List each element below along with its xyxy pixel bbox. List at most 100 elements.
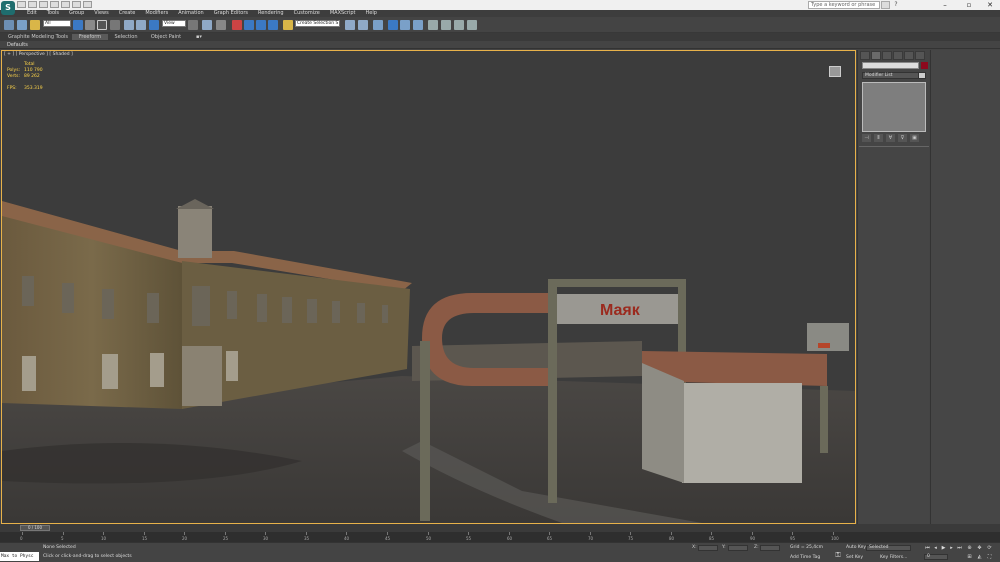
play-icon[interactable]: ▶ (940, 545, 947, 551)
window-crossing-icon[interactable] (110, 20, 120, 30)
remove-modifier-icon[interactable]: ⊽ (898, 134, 907, 142)
save-file-icon[interactable] (39, 1, 48, 8)
current-frame-field[interactable]: 0 (924, 554, 948, 560)
menu-group[interactable]: Group (64, 10, 89, 17)
tab-freeform[interactable]: Freeform (72, 34, 108, 40)
open-file-icon[interactable] (28, 1, 37, 8)
zoom-all-icon[interactable]: ⊞ (966, 554, 973, 560)
modifier-stack[interactable] (862, 82, 926, 132)
new-file-icon[interactable] (17, 1, 26, 8)
pin-stack-icon[interactable]: ⊣ (862, 134, 871, 142)
go-to-end-icon[interactable]: ⏭ (956, 545, 963, 551)
viewport-label[interactable]: [ + ] [ Perspective ] [ Shaded ] (4, 52, 73, 57)
menu-edit[interactable]: Edit (22, 10, 42, 17)
display-tab-icon[interactable] (904, 51, 914, 60)
perspective-viewport[interactable]: [ + ] [ Perspective ] [ Shaded ] Total P… (1, 50, 856, 524)
restore-button[interactable]: ▫ (959, 0, 979, 10)
menu-animation[interactable]: Animation (173, 10, 209, 17)
search-icon[interactable] (881, 1, 890, 9)
spinner-snap-icon[interactable] (268, 20, 278, 30)
select-by-name-icon[interactable] (85, 20, 95, 30)
render-setup-icon[interactable] (441, 20, 451, 30)
reference-coordinate-dropdown[interactable]: View (162, 20, 186, 27)
auto-key-button[interactable]: Auto Key (846, 545, 866, 550)
go-to-start-icon[interactable]: ⏮ (924, 545, 931, 551)
ribbon-toggle-icon[interactable]: ▪▾ (194, 34, 204, 40)
search-input[interactable]: Type a keyword or phrase (808, 1, 880, 9)
menu-modifiers[interactable]: Modifiers (140, 10, 173, 17)
fetch-icon[interactable] (83, 1, 92, 8)
undo-icon[interactable] (50, 1, 59, 8)
next-frame-icon[interactable]: ▸ (948, 545, 955, 551)
maxscript-listener-field[interactable]: Max to Physc (0, 552, 39, 561)
pivot-center-icon[interactable] (188, 20, 198, 30)
key-icon[interactable]: ⚿ (833, 552, 843, 559)
modify-tab-icon[interactable] (871, 51, 881, 60)
layer-manager-icon[interactable] (373, 20, 383, 30)
scale-icon[interactable] (149, 20, 159, 30)
menu-tools[interactable]: Tools (42, 10, 64, 17)
keyboard-shortcut-icon[interactable] (216, 20, 226, 30)
orbit-icon[interactable]: ⟳ (986, 545, 993, 551)
undo-toolbar-icon[interactable] (4, 20, 14, 30)
menu-maxscript[interactable]: MAXScript (325, 10, 361, 17)
menu-help[interactable]: Help (361, 10, 382, 17)
show-end-result-icon[interactable]: Ⅱ (874, 134, 883, 142)
key-mode-dropdown[interactable]: Selected (866, 545, 911, 551)
chevron-down-icon[interactable] (918, 72, 926, 79)
tab-graphite-modeling-tools[interactable]: Graphite Modeling Tools (8, 34, 68, 40)
x-coord-field[interactable] (698, 545, 718, 551)
rotate-icon[interactable] (136, 20, 146, 30)
schematic-view-icon[interactable] (413, 20, 423, 30)
configure-sets-icon[interactable]: ▣ (910, 134, 919, 142)
set-key-button[interactable]: Set Key (846, 555, 863, 560)
menu-views[interactable]: Views (89, 10, 113, 17)
add-time-tag-button[interactable]: Add Time Tag (790, 555, 820, 560)
track-bar[interactable]: 0 5 10 15 20 25 30 35 40 45 50 55 60 65 70 75 80 85 90 95 10… (0, 532, 1000, 542)
menu-graph-editors[interactable]: Graph Editors (209, 10, 253, 17)
graphite-toggle-icon[interactable] (388, 20, 398, 30)
menu-customize[interactable]: Customize (289, 10, 325, 17)
material-editor-icon[interactable] (428, 20, 438, 30)
hierarchy-tab-icon[interactable] (882, 51, 892, 60)
create-tab-icon[interactable] (860, 51, 870, 60)
utilities-tab-icon[interactable] (915, 51, 925, 60)
object-color-swatch[interactable] (921, 62, 928, 69)
zoom-icon[interactable]: ⊕ (966, 545, 973, 551)
move-icon[interactable] (124, 20, 134, 30)
rect-selection-icon[interactable] (97, 20, 107, 30)
help-icon[interactable]: ? (892, 1, 900, 9)
z-coord-field[interactable] (760, 545, 780, 551)
time-slider-handle[interactable]: 0 / 100 (20, 525, 50, 531)
maximize-viewport-icon[interactable]: ⛶ (986, 554, 993, 560)
app-logo-icon[interactable]: S (1, 1, 15, 15)
minimize-button[interactable]: – (935, 0, 955, 10)
render-production-icon[interactable] (467, 20, 477, 30)
menu-create[interactable]: Create (114, 10, 141, 17)
pan-icon[interactable]: ✥ (976, 545, 983, 551)
angle-snap-icon[interactable] (244, 20, 254, 30)
named-selection-set-dropdown[interactable]: Create Selection S (295, 20, 340, 27)
time-slider[interactable]: 0 / 100 (0, 524, 1000, 532)
previous-frame-icon[interactable]: ◂ (932, 545, 939, 551)
curve-editor-icon[interactable] (400, 20, 410, 30)
make-unique-icon[interactable]: ∀ (886, 134, 895, 142)
percent-snap-icon[interactable] (256, 20, 266, 30)
field-of-view-icon[interactable]: ◭ (976, 554, 983, 560)
y-coord-field[interactable] (728, 545, 748, 551)
close-button[interactable]: ✕ (980, 0, 1000, 10)
tab-selection[interactable]: Selection (110, 34, 142, 40)
motion-tab-icon[interactable] (893, 51, 903, 60)
bind-space-warp-icon[interactable] (30, 20, 40, 30)
edit-named-selection-icon[interactable] (283, 20, 293, 30)
selection-filter-dropdown[interactable]: All (43, 20, 71, 27)
align-icon[interactable] (358, 20, 368, 30)
key-filters-button[interactable]: Key Filters... (880, 555, 907, 560)
viewcube-icon[interactable] (829, 66, 841, 77)
select-object-icon[interactable] (73, 20, 83, 30)
menu-rendering[interactable]: Rendering (253, 10, 289, 17)
mirror-icon[interactable] (345, 20, 355, 30)
select-manipulate-icon[interactable] (202, 20, 212, 30)
redo-icon[interactable] (61, 1, 70, 8)
object-name-field[interactable] (862, 62, 919, 69)
